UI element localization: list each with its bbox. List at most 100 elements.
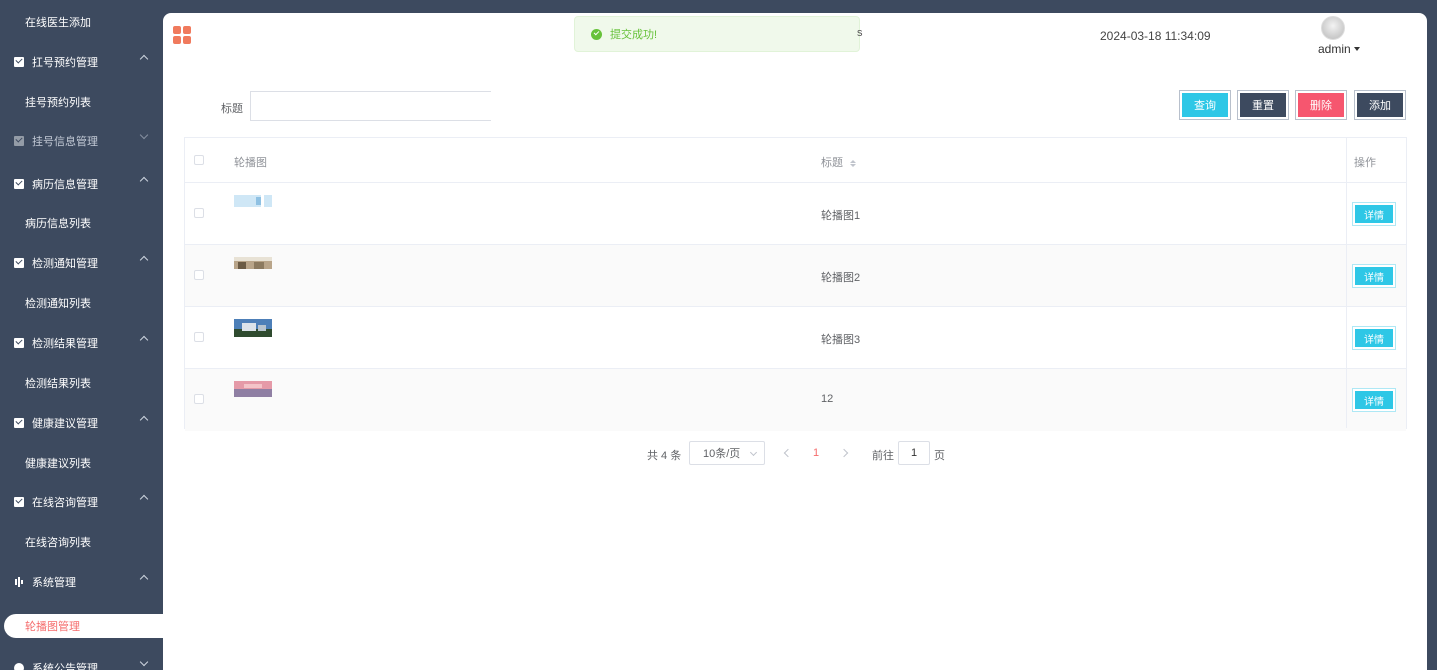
table-row: 轮播图3 详情 [185,307,1406,369]
chevron-up-icon [139,574,149,584]
title-filter-label: 标题 [221,103,243,115]
sidebar-group-appointment[interactable]: 扛号预约管理 [0,42,163,82]
detail-button[interactable]: 详情 [1353,389,1395,411]
page-size-value: 10条/页 [703,448,741,460]
chevron-down-icon [139,657,149,667]
add-button[interactable]: 添加 [1355,91,1405,119]
sidebar-group-medical-record[interactable]: 病历信息管理 [0,164,163,204]
sidebar-item-appointment-list[interactable]: 挂号预约列表 [0,82,163,122]
row-title: 轮播图1 [821,210,861,222]
user-menu[interactable]: admin [1318,42,1360,56]
sidebar-item-label: 在线咨询列表 [25,537,91,549]
page-size-select[interactable]: 10条/页 [689,441,765,465]
sidebar-item-label: 病历信息管理 [32,179,98,191]
sidebar-item-label: 系统管理 [32,577,76,589]
goto-label: 前往 [872,450,894,462]
sidebar-item-label: 检测结果管理 [32,338,98,350]
column-header-title: 标题 [821,157,843,169]
caret-down-icon [1353,47,1360,51]
chevron-down-icon [749,448,758,457]
sidebar-group-system[interactable]: 系统管理 [0,562,163,602]
sidebar-item-carousel-management[interactable]: 轮播图管理 [4,614,163,638]
carousel-thumbnail [234,381,272,397]
sidebar-item-medical-record-list[interactable]: 病历信息列表 [0,203,163,243]
chevron-up-icon [139,335,149,345]
select-all-checkbox[interactable] [194,155,204,165]
bar-chart-icon [14,577,24,587]
chevron-down-icon [139,130,149,140]
chevron-up-icon [139,494,149,504]
sidebar-item-test-notice-list[interactable]: 检测通知列表 [0,283,163,323]
detail-button[interactable]: 详情 [1353,265,1395,287]
chevron-up-icon [139,176,149,186]
header-title-fragment: s [857,27,863,39]
sidebar-item-label: 挂号预约列表 [25,97,91,109]
sidebar-group-online-consult[interactable]: 在线咨询管理 [0,482,163,522]
checkbox-icon [14,258,24,268]
prev-page-icon[interactable] [783,448,793,458]
sidebar-item-label: 在线咨询管理 [32,497,98,509]
sidebar-item-label: 检测通知列表 [25,298,91,310]
table-row: 轮播图1 详情 [185,183,1406,245]
sidebar-item-label: 系统公告管理 [32,663,98,670]
checkbox-icon [14,497,24,507]
carousel-thumbnail [234,319,272,337]
sidebar-item-label: 病历信息列表 [25,218,91,230]
sidebar-item-label: 轮播图管理 [25,621,80,633]
main-content: 提交成功! s 2024-03-18 11:34:09 admin 标题 查询 … [163,13,1427,670]
sidebar-group-test-result[interactable]: 检测结果管理 [0,323,163,363]
sidebar-group-announcement[interactable]: 系统公告管理 [0,648,163,670]
row-checkbox[interactable] [194,270,204,280]
sidebar-item-online-doctor-add[interactable]: 在线医生添加 [0,2,163,42]
checkbox-icon [14,179,24,189]
query-button[interactable]: 查询 [1180,91,1230,119]
carousel-thumbnail [234,257,272,269]
pagination: 共 4 条 10条/页 1 前往 1 页 [163,441,1427,465]
sidebar-item-label: 挂号信息管理 [32,136,98,148]
sidebar-item-online-consult-list[interactable]: 在线咨询列表 [0,522,163,562]
sidebar-item-test-result-list[interactable]: 检测结果列表 [0,363,163,403]
sidebar-item-health-advice-list[interactable]: 健康建议列表 [0,443,163,483]
row-checkbox[interactable] [194,332,204,342]
sidebar-item-label: 健康建议列表 [25,458,91,470]
goto-page-input[interactable]: 1 [898,441,930,465]
current-datetime: 2024-03-18 11:34:09 [1100,29,1211,43]
pagination-total: 共 4 条 [647,450,682,462]
apps-grid-icon[interactable] [173,26,191,44]
page-number-current[interactable]: 1 [813,447,819,459]
sidebar: 在线医生添加 扛号预约管理 挂号预约列表 挂号信息管理 病历信息管理 病历信息列… [0,0,163,670]
title-search-input[interactable] [250,91,491,121]
carousel-table: 轮播图 标题 操作 轮播图1 详情 轮播图2 详情 轮播图3 详情 12 详情 [184,137,1407,431]
chevron-up-icon [139,415,149,425]
sidebar-item-label: 扛号预约管理 [32,57,98,69]
sidebar-group-registration-info[interactable]: 挂号信息管理 [0,121,163,161]
checkbox-icon [14,418,24,428]
page-unit-label: 页 [934,450,945,462]
checkbox-icon [14,338,24,348]
toast-message: 提交成功! [610,29,658,41]
row-checkbox[interactable] [194,394,204,404]
column-header-title-wrap[interactable]: 标题 [821,154,857,170]
username: admin [1318,42,1351,56]
column-header-action: 操作 [1354,157,1376,169]
detail-button[interactable]: 详情 [1353,327,1395,349]
avatar[interactable] [1321,16,1345,40]
next-page-icon[interactable] [839,448,849,458]
check-circle-icon [591,28,602,40]
row-title: 轮播图2 [821,272,861,284]
row-checkbox[interactable] [194,208,204,218]
detail-button[interactable]: 详情 [1353,203,1395,225]
reset-button[interactable]: 重置 [1238,91,1288,119]
row-title: 轮播图3 [821,334,861,346]
info-icon [14,663,24,670]
chevron-up-icon [139,255,149,265]
table-row: 轮播图2 详情 [185,245,1406,307]
sidebar-group-health-advice[interactable]: 健康建议管理 [0,403,163,443]
table-row: 12 详情 [185,369,1406,431]
table-header: 轮播图 标题 操作 [185,138,1406,183]
sidebar-group-test-notice[interactable]: 检测通知管理 [0,243,163,283]
column-header-image: 轮播图 [234,157,267,169]
checkbox-icon [14,136,24,146]
sort-icon[interactable] [850,159,857,167]
delete-button[interactable]: 删除 [1296,91,1346,119]
